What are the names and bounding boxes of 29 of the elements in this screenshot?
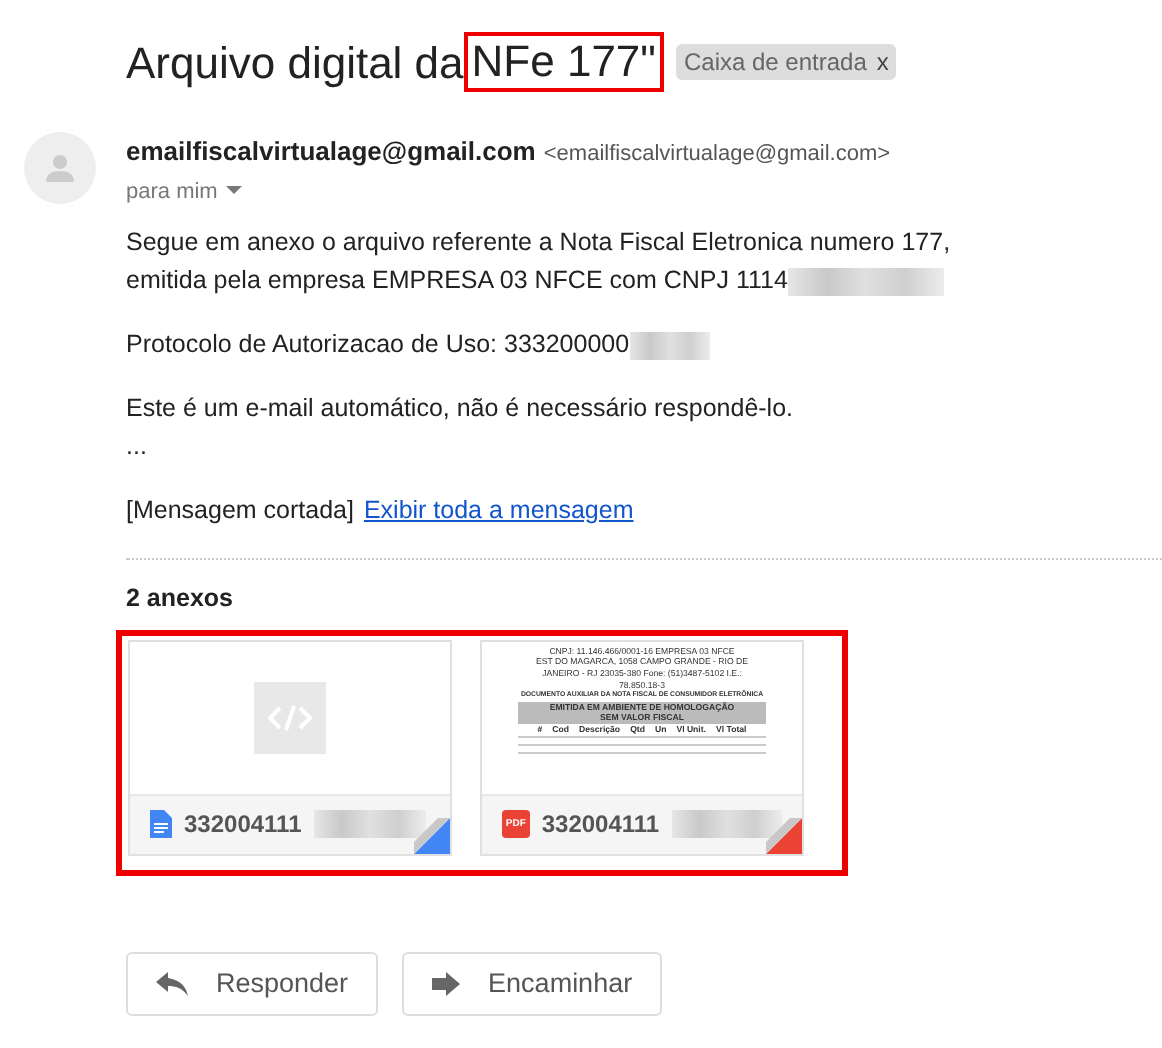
recipient-text: para mim	[126, 177, 218, 207]
attachments-title: 2 anexos	[126, 582, 236, 616]
email-subject: Arquivo digital da	[126, 35, 464, 92]
sender-name: emailfiscalvirtualage@gmail.com	[126, 134, 536, 170]
body-text: emitida pela empresa EMPRESA 03 NFCE com CNPJ 1114	[126, 264, 788, 298]
redacted-text	[313, 810, 426, 839]
attachment-card[interactable]: 332004111	[128, 639, 452, 856]
body-text: ...	[126, 430, 147, 464]
attachment-name: 332004111	[184, 808, 302, 843]
person-icon	[44, 152, 76, 184]
clipped-note: [Mensagem cortada]	[126, 494, 354, 528]
body-text: Segue em anexo o arquivo referente a Nota Fiscal Eletronica numero 177,	[126, 226, 951, 260]
reply-button[interactable]: Responder	[126, 951, 379, 1016]
attachment-card[interactable]	[480, 639, 804, 856]
redacted-text	[629, 331, 710, 359]
label-chip[interactable]: Caixa de entrada x	[675, 44, 897, 80]
dropdown-icon[interactable]	[225, 186, 242, 197]
body-text: Protocolo de Autorizacao de Uso: 333200000	[126, 328, 630, 362]
remove-label-button[interactable]: x	[876, 44, 889, 80]
forward-arrow-icon	[432, 971, 461, 996]
body-text: Este é um e-mail automático, não é necessário respondê-lo.	[126, 392, 794, 426]
redacted-text	[671, 810, 782, 839]
highlighted-subject: NFe 177"	[463, 32, 664, 92]
attachment-name: 332004111	[541, 808, 660, 843]
view-full-message-link[interactable]: Exibir toda a mensagem	[363, 492, 634, 530]
sender-address: <emailfiscalvirtualage@gmail.com>	[543, 140, 891, 170]
document-icon	[150, 810, 172, 839]
reply-icon	[156, 971, 188, 996]
forward-button[interactable]: Encaminhar	[402, 951, 663, 1016]
